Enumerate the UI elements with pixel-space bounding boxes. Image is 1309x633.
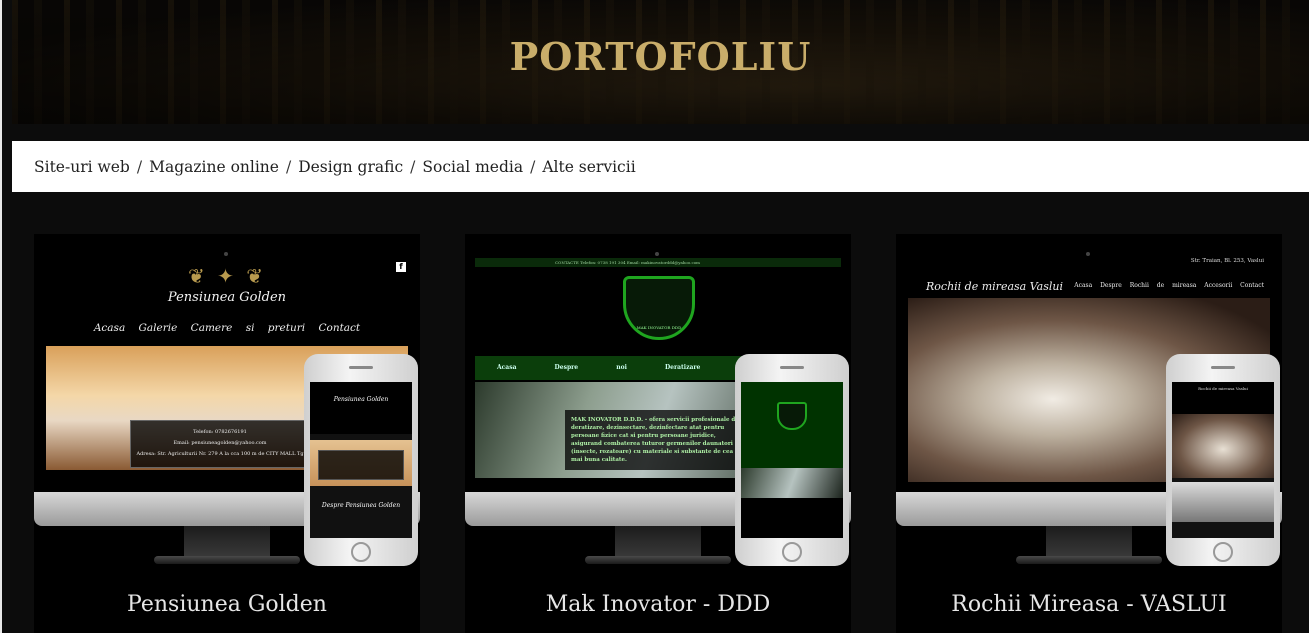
- monitor-stand: [1046, 526, 1132, 558]
- filter-social-media[interactable]: Social media: [422, 158, 523, 176]
- portfolio-card-pensiunea-golden[interactable]: ❦ ✦ ❦ Pensiunea Golden f Acasa Galerie C…: [34, 234, 420, 633]
- site-logo: Rochii de mireasa Vaslui: [926, 280, 1063, 293]
- phone-mockup: Rochii de mireasa Vaslui: [1166, 354, 1280, 566]
- phone-screen: [741, 382, 843, 538]
- site-topbar: CONTACTE Telefon: 0738 191 304 Email: ma…: [475, 258, 841, 267]
- phone-text-block: [741, 498, 843, 538]
- portfolio-card-rochii-mireasa[interactable]: Str. Traian, Bl. 253, Vaslui Rochii de m…: [896, 234, 1282, 633]
- filter-site-uri-web[interactable]: Site-uri web: [34, 158, 130, 176]
- filter-alte-servicii[interactable]: Alte servicii: [542, 158, 635, 176]
- site-address: Str. Traian, Bl. 253, Vaslui: [1190, 258, 1264, 264]
- monitor-base: [585, 556, 731, 564]
- site-nav: Acasa Galerie Camere si preturi Contact: [93, 322, 361, 334]
- phone-shield-icon: [777, 402, 807, 430]
- project-title[interactable]: Rochii Mireasa - VASLUI: [896, 592, 1282, 617]
- camera-dot: [1086, 252, 1090, 256]
- phone-screen: Rochii de mireasa Vaslui: [1172, 382, 1274, 538]
- filter-design-grafic[interactable]: Design grafic: [298, 158, 403, 176]
- contact-address: Adresa: Str. Agriculturii Nr. 279 A la c…: [136, 451, 304, 457]
- hero-overlay-text: MAK INOVATOR D.D.D. - ofera servicii pro…: [565, 410, 745, 470]
- shield-logo-icon: MAK INOVATOR DDD: [623, 276, 695, 340]
- left-edge: [0, 0, 2, 633]
- phone-footer-text: Despre Pensiunea Golden: [321, 502, 401, 509]
- filter-separator: /: [410, 157, 416, 176]
- phone-contact-box: [318, 450, 404, 480]
- phone-mockup: Pensiunea Golden Despre Pensiunea Golden: [304, 354, 418, 566]
- phone-home-button: [351, 542, 371, 562]
- phone-speaker: [1211, 366, 1235, 369]
- filter-magazine-online[interactable]: Magazine online: [149, 158, 279, 176]
- monitor-base: [154, 556, 300, 564]
- phone-logo: Pensiunea Golden: [310, 382, 412, 434]
- project-title[interactable]: Mak Inovator - DDD: [465, 592, 851, 617]
- ornament-icon: ❦ ✦ ❦: [188, 264, 266, 288]
- phone-header: Rochii de mireasa Vaslui: [1172, 382, 1274, 414]
- project-title[interactable]: Pensiunea Golden: [34, 592, 420, 617]
- site-logo: Pensiunea Golden: [167, 290, 287, 305]
- phone-speaker: [349, 366, 373, 369]
- filter-separator: /: [530, 157, 536, 176]
- contact-box: Telefon: 0782676191 Email: pensiuneagold…: [130, 420, 310, 468]
- filter-separator: /: [285, 157, 292, 176]
- contact-phone: Telefon: 0782676191: [193, 429, 247, 435]
- monitor-stand: [184, 526, 270, 558]
- portfolio-filter-bar: Site-uri web / Magazine online / Design …: [12, 141, 1309, 192]
- portfolio-card-mak-inovator[interactable]: CONTACTE Telefon: 0738 191 304 Email: ma…: [465, 234, 851, 633]
- phone-home-button: [782, 542, 802, 562]
- page-title: PORTOFOLIU: [509, 34, 812, 79]
- facebook-icon: f: [396, 262, 406, 272]
- site-nav: Acasa Despre Rochii de mireasa Accesorii…: [1074, 282, 1264, 289]
- phone-home-button: [1213, 542, 1233, 562]
- contact-email: Email: pensiuneagolden@yahoo.com: [173, 440, 267, 446]
- camera-dot: [224, 252, 228, 256]
- monitor-stand: [615, 526, 701, 558]
- phone-mockup: [735, 354, 849, 566]
- phone-hero-image: [1172, 414, 1274, 478]
- phone-hero-image: [741, 468, 843, 498]
- header-banner: PORTOFOLIU: [12, 0, 1309, 124]
- monitor-base: [1016, 556, 1162, 564]
- filter-separator: /: [136, 157, 143, 176]
- phone-second-image: [1172, 482, 1274, 522]
- phone-speaker: [780, 366, 804, 369]
- camera-dot: [655, 252, 659, 256]
- shield-text: MAK INOVATOR DDD: [636, 325, 682, 330]
- phone-screen: Pensiunea Golden Despre Pensiunea Golden: [310, 382, 412, 538]
